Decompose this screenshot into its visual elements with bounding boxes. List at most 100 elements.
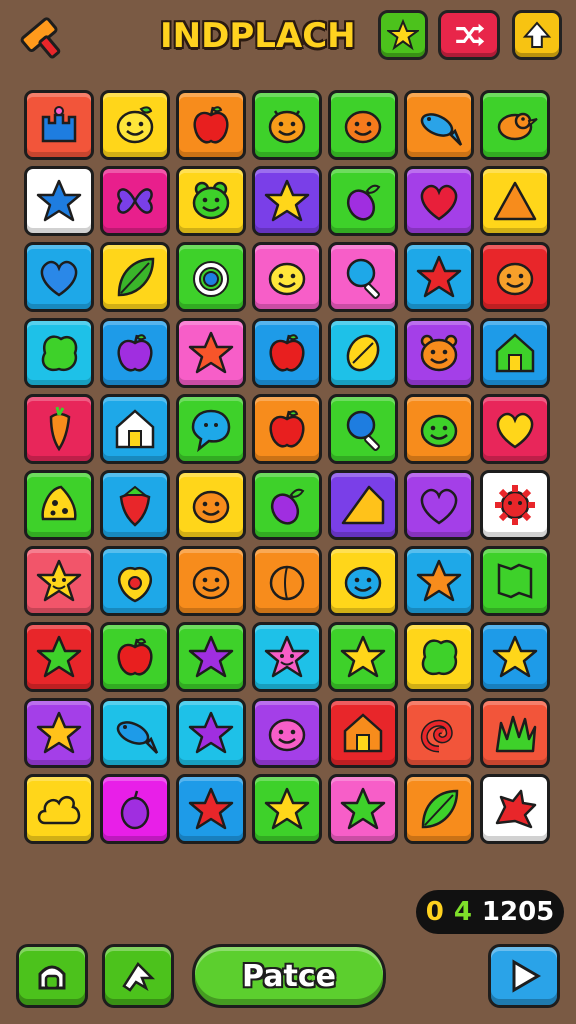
game-tile[interactable] (24, 318, 94, 388)
game-tile[interactable] (176, 394, 246, 464)
shuffle-button[interactable] (438, 10, 500, 60)
game-tile[interactable] (176, 166, 246, 236)
game-tile[interactable] (252, 394, 322, 464)
cheese-icon (41, 485, 77, 521)
game-tile[interactable] (100, 622, 170, 692)
game-tile[interactable] (100, 546, 170, 616)
star-icon (36, 179, 82, 222)
game-tile[interactable] (480, 698, 550, 768)
game-tile[interactable] (404, 546, 474, 616)
game-tile[interactable] (328, 394, 398, 464)
draw-button[interactable] (102, 944, 174, 1008)
frog-icon (192, 181, 230, 220)
game-tile[interactable] (252, 470, 322, 540)
game-tile[interactable] (100, 698, 170, 768)
game-tile[interactable] (480, 90, 550, 160)
game-tile[interactable] (252, 242, 322, 312)
game-tile[interactable] (176, 470, 246, 540)
game-tile[interactable] (328, 242, 398, 312)
strawberry-icon (119, 485, 151, 527)
smiley-icon (344, 566, 382, 600)
game-tile[interactable] (480, 622, 550, 692)
game-tile[interactable] (176, 242, 246, 312)
tile-board (24, 90, 554, 868)
game-tile[interactable] (24, 622, 94, 692)
game-tile[interactable] (404, 470, 474, 540)
game-tile[interactable] (480, 394, 550, 464)
game-tile[interactable] (100, 242, 170, 312)
game-tile[interactable] (100, 470, 170, 540)
pause-button[interactable]: Patce (192, 944, 386, 1008)
game-tile[interactable] (100, 90, 170, 160)
game-tile[interactable] (176, 546, 246, 616)
game-tile[interactable] (252, 90, 322, 160)
game-tile[interactable] (100, 318, 170, 388)
game-tile[interactable] (480, 546, 550, 616)
hammer-button[interactable] (14, 10, 68, 64)
game-tile[interactable] (252, 166, 322, 236)
game-tile[interactable] (480, 470, 550, 540)
game-tile[interactable] (328, 90, 398, 160)
home-button[interactable] (16, 944, 88, 1008)
game-tile[interactable] (24, 470, 94, 540)
virus-icon (495, 485, 535, 525)
game-tile[interactable] (328, 318, 398, 388)
star-button[interactable] (378, 10, 428, 60)
game-tile[interactable] (480, 318, 550, 388)
game-tile[interactable] (404, 90, 474, 160)
game-tile[interactable] (24, 166, 94, 236)
smiley-icon (268, 718, 306, 752)
game-tile[interactable] (100, 394, 170, 464)
carrot-icon (49, 406, 71, 452)
game-tile[interactable] (480, 774, 550, 844)
game-tile[interactable] (252, 318, 322, 388)
game-tile[interactable] (328, 470, 398, 540)
game-tile[interactable] (24, 774, 94, 844)
game-tile[interactable] (100, 166, 170, 236)
smiley-icon (192, 566, 230, 600)
game-tile[interactable] (100, 774, 170, 844)
game-tile[interactable] (480, 242, 550, 312)
game-tile[interactable] (252, 774, 322, 844)
game-tile[interactable] (328, 546, 398, 616)
game-tile[interactable] (176, 774, 246, 844)
game-tile[interactable] (24, 698, 94, 768)
game-tile[interactable] (176, 698, 246, 768)
game-tile[interactable] (176, 318, 246, 388)
score-digit-b: 4 (453, 897, 472, 927)
game-tile[interactable] (328, 774, 398, 844)
game-tile[interactable] (404, 622, 474, 692)
game-tile[interactable] (480, 166, 550, 236)
game-tile[interactable] (404, 318, 474, 388)
game-tile[interactable] (328, 698, 398, 768)
game-tile[interactable] (404, 698, 474, 768)
peach-icon (269, 565, 305, 601)
game-tile[interactable] (328, 166, 398, 236)
game-tile[interactable] (328, 622, 398, 692)
game-tile[interactable] (252, 622, 322, 692)
game-tile[interactable] (404, 774, 474, 844)
game-tile[interactable] (404, 394, 474, 464)
game-tile[interactable] (252, 698, 322, 768)
play-button[interactable] (488, 944, 560, 1008)
heart-icon (420, 488, 458, 525)
game-tile[interactable] (24, 394, 94, 464)
game-tile[interactable] (176, 622, 246, 692)
score-digit-a: 0 (425, 897, 444, 927)
game-tile[interactable] (404, 166, 474, 236)
up-button[interactable] (512, 10, 562, 60)
game-tile[interactable] (24, 242, 94, 312)
smiley-icon (496, 262, 534, 296)
game-tile[interactable] (24, 90, 94, 160)
game-tile[interactable] (24, 546, 94, 616)
game-tile[interactable] (252, 546, 322, 616)
lemon-icon (346, 334, 380, 372)
star-icon (387, 19, 419, 51)
score-display: 0 4 1205 (416, 890, 564, 934)
magnifier-icon (346, 410, 380, 451)
game-tile[interactable] (176, 90, 246, 160)
star-icon (188, 331, 234, 374)
game-tile[interactable] (404, 242, 474, 312)
star-smiley-icon (264, 635, 310, 678)
star-icon (36, 711, 82, 754)
